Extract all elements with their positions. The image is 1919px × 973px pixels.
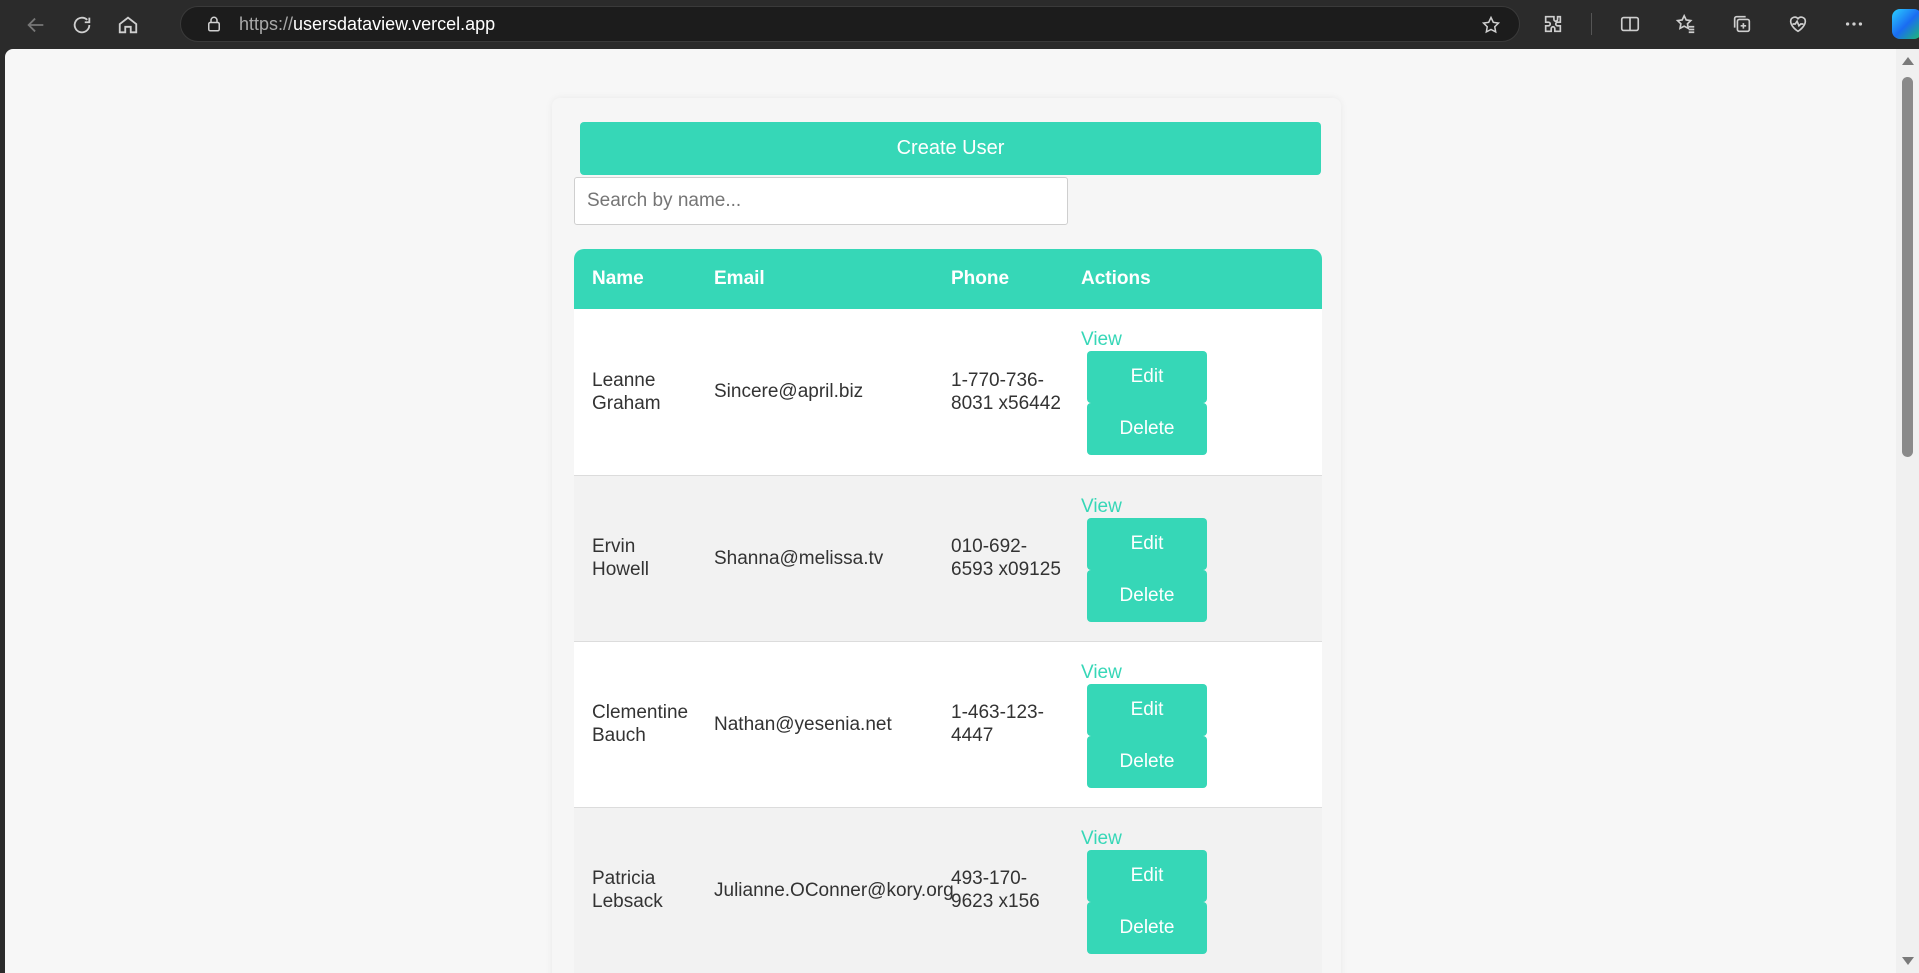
table-header-row: Name Email Phone Actions xyxy=(574,249,1322,309)
view-link[interactable]: View xyxy=(1081,495,1122,518)
delete-button[interactable]: Delete xyxy=(1087,901,1207,954)
favorite-star-icon[interactable] xyxy=(1481,15,1501,35)
table-row: Ervin Howell Shanna@melissa.tv 010-692-6… xyxy=(574,475,1322,641)
users-table: Name Email Phone Actions Leanne Graham S… xyxy=(574,249,1322,973)
split-screen-icon[interactable] xyxy=(1612,6,1648,42)
scrollbar-thumb[interactable] xyxy=(1902,77,1913,457)
column-header-name: Name xyxy=(592,268,644,289)
scroll-up-arrow-icon[interactable] xyxy=(1902,57,1914,65)
actions-cell: View Edit Delete xyxy=(1063,309,1322,475)
favorites-icon[interactable] xyxy=(1668,6,1704,42)
user-name-cell: Clementine Bauch xyxy=(592,702,689,746)
page-viewport: Create User Name Email Phone Actions xyxy=(5,49,1896,973)
collections-icon[interactable] xyxy=(1724,6,1760,42)
actions-cell: View Edit Delete xyxy=(1063,807,1322,973)
user-email-cell: Julianne.OConner@kory.org xyxy=(714,879,954,901)
user-phone-cell: 493-170-9623 x156 xyxy=(951,868,1040,912)
table-row: Patricia Lebsack Julianne.OConner@kory.o… xyxy=(574,807,1322,973)
user-phone-cell: 1-463-123-4447 xyxy=(951,702,1044,746)
actions-cell: View Edit Delete xyxy=(1063,475,1322,641)
user-name-cell: Patricia Lebsack xyxy=(592,868,663,912)
user-phone-cell: 1-770-736-8031 x56442 xyxy=(951,369,1061,414)
view-link[interactable]: View xyxy=(1081,328,1122,351)
user-email-cell: Sincere@april.biz xyxy=(714,381,864,403)
delete-button[interactable]: Delete xyxy=(1087,403,1207,456)
user-email-cell: Shanna@melissa.tv xyxy=(714,547,884,569)
toolbar-separator xyxy=(1591,13,1592,35)
copilot-icon[interactable] xyxy=(1892,9,1919,39)
home-icon[interactable] xyxy=(110,7,146,43)
extensions-icon[interactable] xyxy=(1535,6,1571,42)
edit-button[interactable]: Edit xyxy=(1087,683,1207,736)
edit-button[interactable]: Edit xyxy=(1087,351,1207,404)
toolbar-right xyxy=(1535,6,1919,42)
view-link[interactable]: View xyxy=(1081,827,1122,850)
edit-button[interactable]: Edit xyxy=(1087,517,1207,570)
user-email-cell: Nathan@yesenia.net xyxy=(714,713,892,735)
create-user-button[interactable]: Create User xyxy=(580,122,1321,175)
table-row: Clementine Bauch Nathan@yesenia.net 1-46… xyxy=(574,641,1322,807)
column-header-email: Email xyxy=(714,268,765,289)
more-options-icon[interactable] xyxy=(1836,6,1872,42)
table-row: Leanne Graham Sincere@april.biz 1-770-73… xyxy=(574,309,1322,475)
reload-icon[interactable] xyxy=(64,7,100,43)
column-header-actions: Actions xyxy=(1081,268,1151,289)
browser-toolbar: https://usersdataview.vercel.app xyxy=(0,0,1919,49)
search-input[interactable] xyxy=(574,177,1068,225)
view-link[interactable]: View xyxy=(1081,661,1122,684)
users-card: Create User Name Email Phone Actions xyxy=(552,98,1341,973)
user-phone-cell: 010-692-6593 x09125 xyxy=(951,536,1061,580)
delete-button[interactable]: Delete xyxy=(1087,569,1207,622)
lock-icon xyxy=(208,16,220,32)
delete-button[interactable]: Delete xyxy=(1087,735,1207,788)
users-table-container: Name Email Phone Actions Leanne Graham S… xyxy=(574,249,1322,973)
edit-button[interactable]: Edit xyxy=(1087,849,1207,902)
actions-cell: View Edit Delete xyxy=(1063,641,1322,807)
user-name-cell: Ervin Howell xyxy=(592,536,650,580)
address-bar[interactable]: https://usersdataview.vercel.app xyxy=(180,6,1520,42)
column-header-phone: Phone xyxy=(951,268,1010,289)
url-text: https://usersdataview.vercel.app xyxy=(239,13,496,34)
back-icon[interactable] xyxy=(18,7,54,43)
scroll-down-arrow-icon[interactable] xyxy=(1902,957,1914,965)
user-name-cell: Leanne Graham xyxy=(592,369,661,414)
vertical-scrollbar[interactable] xyxy=(1896,49,1919,973)
browser-essentials-icon[interactable] xyxy=(1780,6,1816,42)
